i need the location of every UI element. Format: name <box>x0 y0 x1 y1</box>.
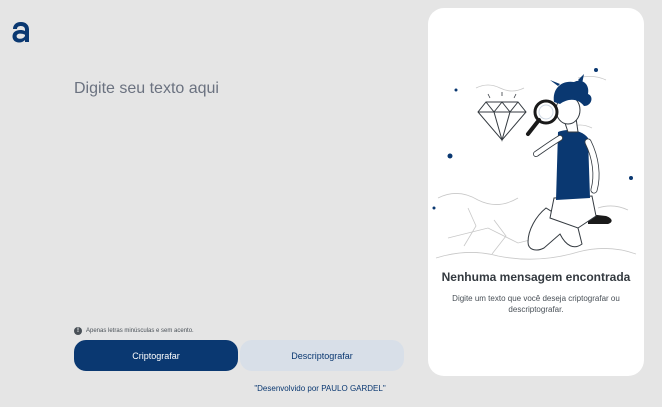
hint-text: Apenas letras minúsculas e sem acento. <box>86 328 194 334</box>
footer-credit: "Desenvolvido por PAULO GARDEL" <box>254 384 386 393</box>
empty-state-description: Digite um texto que você deseja criptogr… <box>452 294 620 314</box>
info-icon: ! <box>74 327 82 335</box>
decrypt-button[interactable]: Descriptografar <box>240 340 404 371</box>
message-input[interactable] <box>74 80 404 310</box>
encrypt-button[interactable]: Criptografar <box>74 340 238 371</box>
person-with-magnifier-illustration <box>432 68 637 260</box>
result-panel: Nenhuma mensagem encontrada Digite um te… <box>428 8 644 376</box>
input-hint: ! Apenas letras minúsculas e sem acento. <box>74 327 194 335</box>
alura-logo-icon <box>12 22 29 43</box>
empty-state-title: Nenhuma mensagem encontrada <box>441 270 631 284</box>
